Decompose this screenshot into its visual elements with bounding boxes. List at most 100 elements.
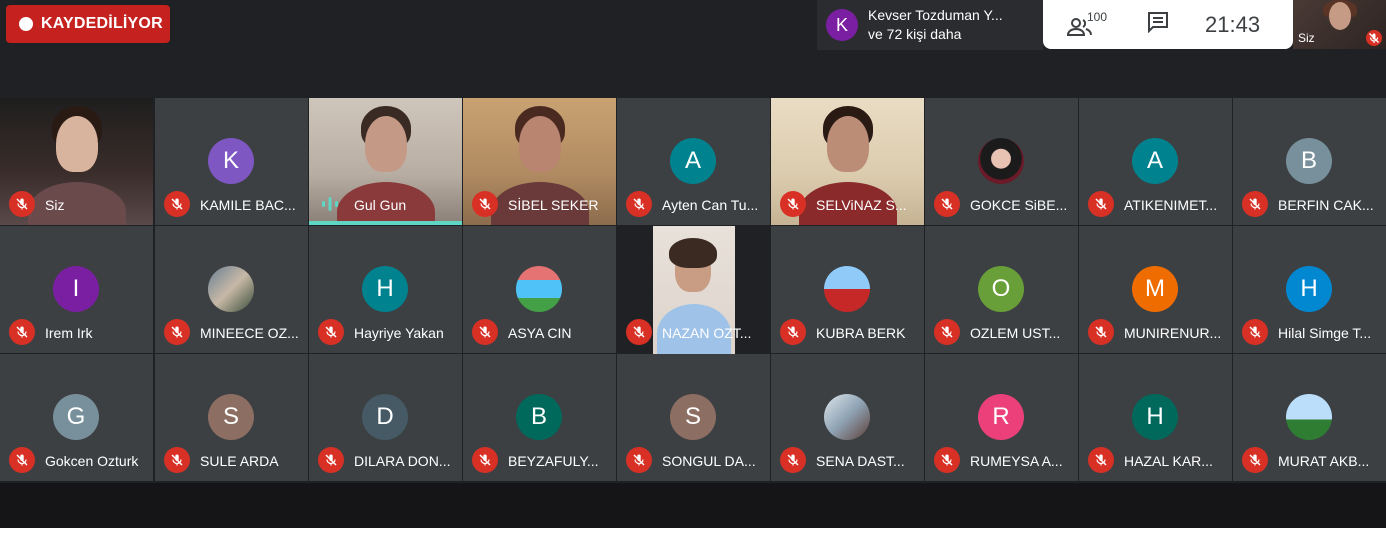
participant-photo	[978, 138, 1024, 184]
participant-name: SULE ARDA	[200, 453, 279, 469]
mic-off-icon	[1095, 454, 1107, 466]
participant-tile[interactable]: B BERFIN CAK...	[1233, 98, 1386, 225]
mute-indicator	[318, 447, 344, 473]
mute-indicator	[934, 191, 960, 217]
bottom-strip	[0, 483, 1386, 528]
participant-tile[interactable]: SİBEL SEKER	[463, 98, 616, 225]
participant-name: BERFIN CAK...	[1278, 197, 1374, 213]
presenter-chip[interactable]: K Kevser Tozduman Y... ve 72 kişi daha	[817, 0, 1043, 50]
recording-dot-icon	[19, 17, 33, 31]
speaking-bar	[309, 221, 462, 225]
participant-name: ASYA CIN	[508, 325, 572, 341]
mic-off-icon	[16, 326, 28, 338]
mic-off-icon	[941, 198, 953, 210]
mic-off-icon	[171, 326, 183, 338]
participant-avatar: K	[208, 138, 254, 184]
participant-tile[interactable]: A Ayten Can Tu...	[617, 98, 770, 225]
participant-tile[interactable]: K KAMILE BAC...	[155, 98, 308, 225]
participant-name: OZLEM UST...	[970, 325, 1061, 341]
participant-name: BEYZAFULY...	[508, 453, 599, 469]
mic-off-icon	[633, 454, 645, 466]
mic-off-icon	[171, 198, 183, 210]
participant-tile[interactable]: NAZAN OZT...	[617, 226, 770, 353]
mic-off-icon	[941, 326, 953, 338]
participant-photo	[1286, 394, 1332, 440]
mic-off-icon	[1095, 198, 1107, 210]
participant-tile[interactable]: I Irem Irk	[0, 226, 153, 353]
mute-indicator	[934, 319, 960, 345]
participant-name: ATIKENIMET...	[1124, 197, 1218, 213]
mic-off-icon	[325, 454, 337, 466]
participant-tile[interactable]: SELViNAZ S...	[771, 98, 924, 225]
participant-face	[56, 116, 98, 172]
participant-avatar: G	[53, 394, 99, 440]
participant-name: HAZAL KAR...	[1124, 453, 1213, 469]
participant-face	[827, 116, 869, 172]
mute-indicator	[318, 319, 344, 345]
chat-icon	[1148, 12, 1168, 34]
participant-tile[interactable]: GOKCE SiBE...	[925, 98, 1078, 225]
self-view-label: Siz	[1298, 31, 1315, 45]
mute-indicator	[1242, 319, 1268, 345]
participant-tile[interactable]: MURAT AKB...	[1233, 354, 1386, 481]
mute-indicator	[934, 447, 960, 473]
participant-avatar: A	[670, 138, 716, 184]
mic-off-icon	[1249, 326, 1261, 338]
participant-tile[interactable]: ASYA CIN	[463, 226, 616, 353]
self-view[interactable]: Siz	[1293, 0, 1386, 49]
mute-indicator	[472, 319, 498, 345]
participant-tile[interactable]: H Hilal Simge T...	[1233, 226, 1386, 353]
participant-name: SENA DAST...	[816, 453, 905, 469]
participant-name: KAMILE BAC...	[200, 197, 296, 213]
chat-button[interactable]	[1147, 11, 1169, 38]
mute-indicator	[164, 319, 190, 345]
participant-name: RUMEYSA A...	[970, 453, 1063, 469]
participant-tile[interactable]: MINEECE OZ...	[155, 226, 308, 353]
participant-avatar: D	[362, 394, 408, 440]
participant-tile[interactable]: O OZLEM UST...	[925, 226, 1078, 353]
mic-off-icon	[16, 198, 28, 210]
mute-indicator	[1242, 447, 1268, 473]
mic-off-icon	[1095, 326, 1107, 338]
participant-tile[interactable]: A ATIKENIMET...	[1079, 98, 1232, 225]
recording-badge: KAYDEDİLİYOR	[6, 5, 170, 43]
participant-name: GOKCE SiBE...	[970, 197, 1068, 213]
participant-photo	[824, 266, 870, 312]
participant-name: Ayten Can Tu...	[662, 197, 759, 213]
people-count: 100	[1087, 9, 1108, 24]
participant-avatar: H	[1132, 394, 1178, 440]
mic-off-icon	[16, 454, 28, 466]
participant-tile[interactable]: D DILARA DON...	[309, 354, 462, 481]
mute-indicator	[164, 447, 190, 473]
participant-name: Hayriye Yakan	[354, 325, 444, 341]
participant-face	[365, 116, 407, 172]
mic-off-icon	[1366, 30, 1382, 46]
mute-indicator	[472, 191, 498, 217]
participant-avatar: R	[978, 394, 1024, 440]
participant-name: Siz	[45, 197, 65, 213]
participant-tile[interactable]: G Gokcen Ozturk	[0, 354, 153, 481]
participant-tile[interactable]: H HAZAL KAR...	[1079, 354, 1232, 481]
mic-off-icon	[941, 454, 953, 466]
mic-off-icon	[633, 198, 645, 210]
participant-tile[interactable]: M MUNIRENUR...	[1079, 226, 1232, 353]
participant-avatar: B	[516, 394, 562, 440]
participant-name: Hilal Simge T...	[1278, 325, 1372, 341]
participant-tile[interactable]: Gul Gun	[309, 98, 462, 225]
mute-indicator	[164, 191, 190, 217]
mute-indicator	[626, 191, 652, 217]
participant-tile[interactable]: R RUMEYSA A...	[925, 354, 1078, 481]
participant-tile[interactable]: KUBRA BERK	[771, 226, 924, 353]
participant-tile[interactable]: SENA DAST...	[771, 354, 924, 481]
participant-tile[interactable]: S SULE ARDA	[155, 354, 308, 481]
participant-tile[interactable]: H Hayriye Yakan	[309, 226, 462, 353]
people-button[interactable]: 100	[1067, 9, 1113, 38]
top-controls: 100 21:43	[1043, 0, 1293, 49]
mute-indicator	[1088, 447, 1114, 473]
participant-tile[interactable]: B BEYZAFULY...	[463, 354, 616, 481]
participant-tile[interactable]: Siz	[0, 98, 153, 225]
participant-tile[interactable]: S SONGUL DA...	[617, 354, 770, 481]
mute-indicator	[626, 319, 652, 345]
mute-indicator	[780, 191, 806, 217]
participant-name: Gul Gun	[354, 197, 407, 213]
